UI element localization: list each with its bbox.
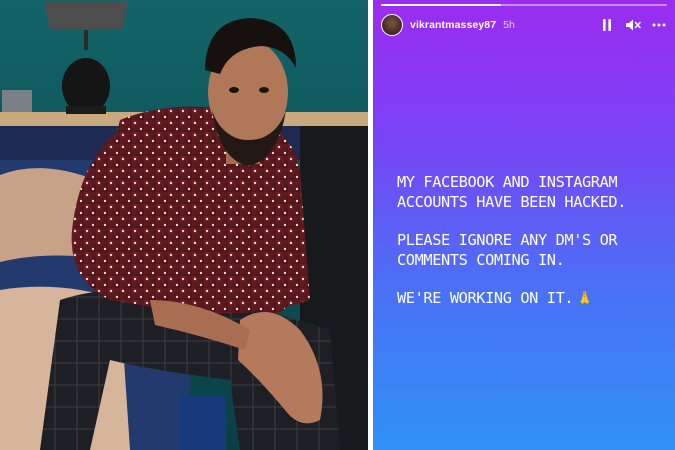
story-header: vikrantmassey87 5h: [381, 12, 667, 38]
praying-hands-icon: 🙏: [576, 291, 594, 307]
story-controls: [599, 17, 667, 33]
person-photo: [0, 0, 368, 450]
mute-icon-glyph: [626, 19, 641, 31]
story-text-line: WE'RE WORKING ON IT.: [397, 289, 574, 307]
more-icon-glyph: [652, 23, 666, 27]
person-photo-illustration: [0, 0, 368, 450]
story-text-line-last: WE'RE WORKING ON IT. 🙏: [397, 288, 655, 309]
avatar[interactable]: [381, 14, 403, 36]
story-time-ago: 5h: [503, 19, 515, 31]
story-text-line: PLEASE IGNORE ANY DM'S OR COMMENTS COMIN…: [397, 231, 618, 269]
instagram-story[interactable]: vikrantmassey87 5h MY FACEBOOK AND INSTA…: [373, 0, 675, 450]
pause-icon[interactable]: [599, 17, 615, 33]
pause-icon-glyph: [603, 19, 611, 31]
story-progress-fill: [381, 4, 502, 6]
story-username[interactable]: vikrantmassey87: [410, 19, 496, 31]
collage-frame: vikrantmassey87 5h MY FACEBOOK AND INSTA…: [0, 0, 675, 450]
story-text-line: MY FACEBOOK AND INSTAGRAM ACCOUNTS HAVE …: [397, 173, 627, 211]
mute-icon[interactable]: [625, 17, 641, 33]
more-icon[interactable]: [651, 17, 667, 33]
story-progress-bar: [381, 4, 667, 6]
story-message: MY FACEBOOK AND INSTAGRAM ACCOUNTS HAVE …: [397, 172, 655, 327]
